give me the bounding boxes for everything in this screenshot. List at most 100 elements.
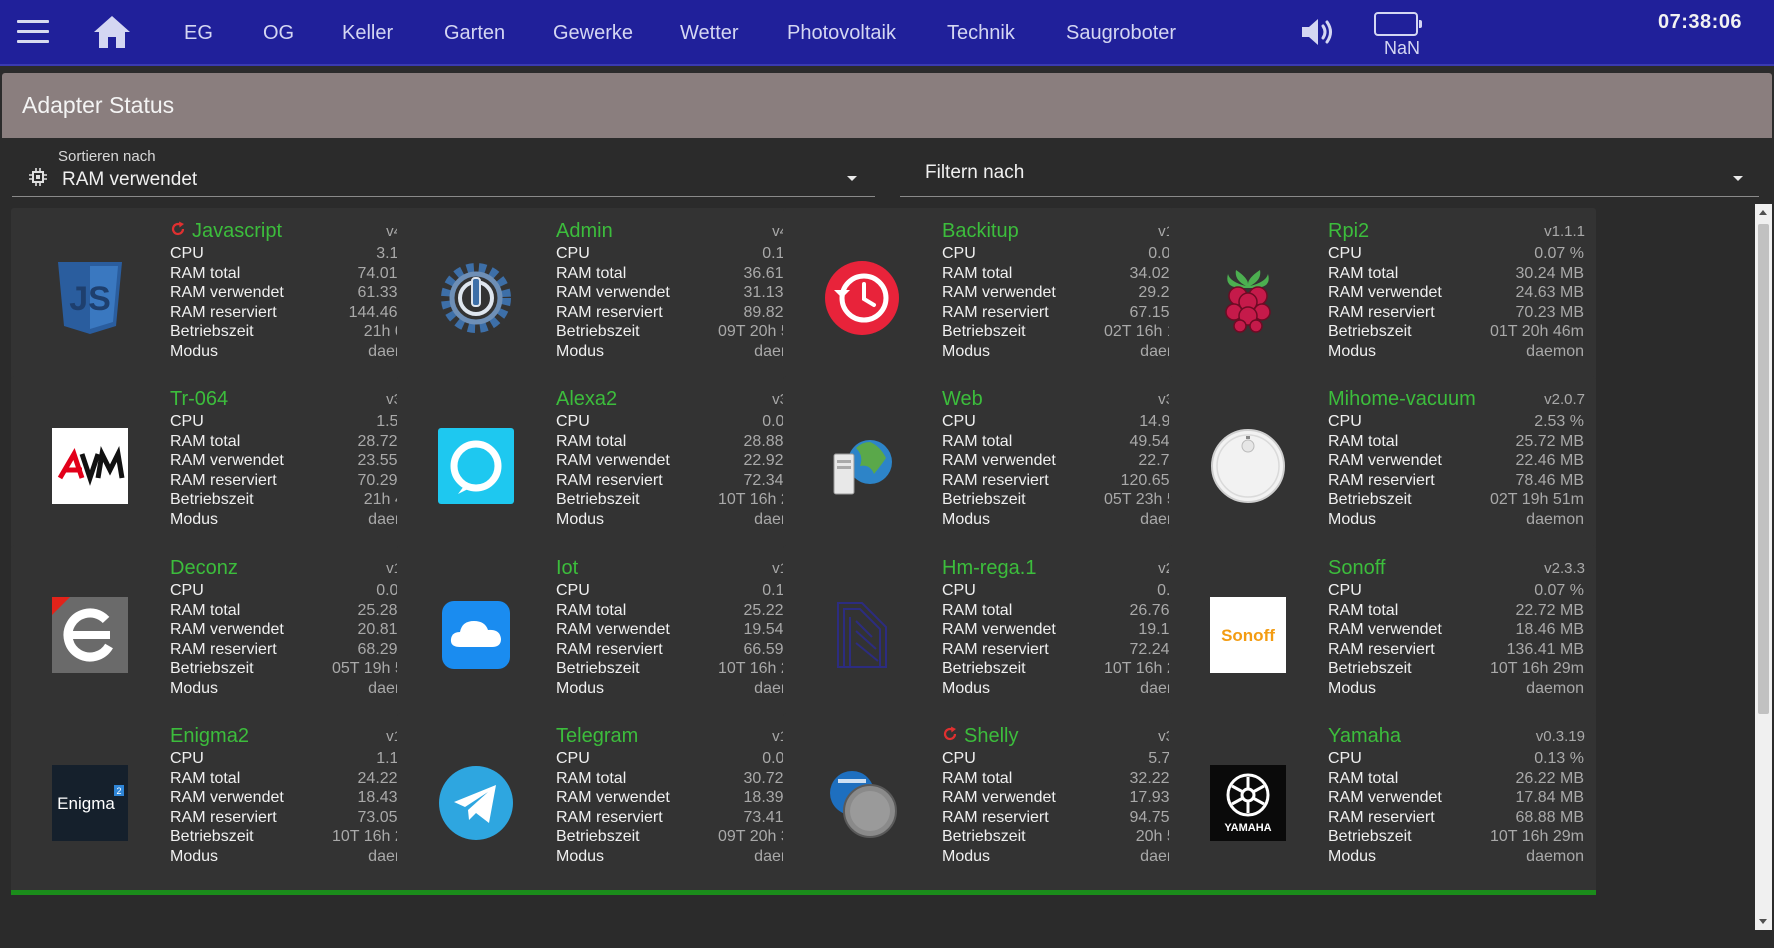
stat-label: Betriebszeit <box>170 323 254 340</box>
battery-level-text: NaN <box>1384 38 1421 58</box>
adapter-card-telegram[interactable]: Telegramv1.5.3CPU0.07 %RAM total30.72 MB… <box>397 713 824 895</box>
stat-value: 68.88 MB <box>1515 808 1584 826</box>
stat-label: Modus <box>556 510 605 528</box>
nav-item-gewerke[interactable]: Gewerke <box>553 0 633 66</box>
stat-label: RAM reserviert <box>942 808 1049 826</box>
stat-label: RAM reserviert <box>942 303 1049 321</box>
nav-item-eg[interactable]: EG <box>184 0 213 66</box>
adapter-name[interactable]: Javascript <box>170 220 282 243</box>
adapter-name[interactable]: Mihome-vacuum <box>1328 388 1476 411</box>
adapter-card-web[interactable]: Webv3.0.1CPU14.93 %RAM total49.54 MBRAM … <box>783 376 1210 558</box>
stat-value: daemon <box>1526 510 1584 528</box>
stat-row-mode: Modusdaemon <box>556 680 812 702</box>
adapter-grid: JSJavascriptv4.4.3CPU3.14 %RAM total74.0… <box>11 208 1754 938</box>
nav-item-wetter[interactable]: Wetter <box>680 0 739 66</box>
stat-label: CPU <box>1328 750 1362 767</box>
adapter-card-deconz[interactable]: Deconzv1.2.6CPU0.07 %RAM total25.28 MBRA… <box>11 545 438 727</box>
adapter-version: v2.3.3 <box>1544 560 1585 577</box>
stat-label: CPU <box>942 582 976 599</box>
adapter-name[interactable]: Iot <box>556 557 578 580</box>
adapter-card-backitup[interactable]: Backitupv1.4.0CPU0.07 %RAM total34.02 MB… <box>783 208 1210 390</box>
adapter-card-shelly[interactable]: Shellyv3.2.2CPU5.73 %RAM total32.22 MBRA… <box>783 713 1210 895</box>
adapter-name[interactable]: Telegram <box>556 725 638 748</box>
restart-icon[interactable] <box>170 221 186 237</box>
scroll-down-arrow[interactable] <box>1759 919 1767 924</box>
stat-label: Modus <box>942 847 991 865</box>
adapter-name[interactable]: Rpi2 <box>1328 220 1369 243</box>
adapter-name[interactable]: Sonoff <box>1328 557 1385 580</box>
adapter-card-mihome-vacuum[interactable]: Mihome-vacuum v2.0.7 CPU 2.53 % RAM total 25.… <box>1169 376 1596 558</box>
stat-label: RAM verwendet <box>942 789 1056 806</box>
adapter-name[interactable]: Enigma2 <box>170 725 249 748</box>
stat-value: 25.72 MB <box>1515 432 1584 450</box>
sort-label: Sortieren nach <box>58 148 156 165</box>
stat-label: RAM verwendet <box>170 621 284 638</box>
adapter-card-sonoff[interactable]: Sonoff Sonoff v2.3.3 CPU 0.07 % RAM total 22.7… <box>1169 545 1596 727</box>
stat-label: RAM verwendet <box>556 452 670 469</box>
adapter-name[interactable]: Deconz <box>170 557 238 580</box>
scroll-thumb[interactable] <box>1758 224 1769 714</box>
nav-item-garten[interactable]: Garten <box>444 0 505 66</box>
stat-label: CPU <box>170 582 204 599</box>
adapter-card-iot[interactable]: Iotv1.3.2CPU0.13 %RAM total25.22 MBRAM v… <box>397 545 824 727</box>
adapter-name[interactable]: Yamaha <box>1328 725 1401 748</box>
stat-label: CPU <box>556 582 590 599</box>
scroll-up-arrow[interactable] <box>1759 210 1767 215</box>
filter-label: Filtern nach <box>925 162 1025 183</box>
adapter-card-rpi2[interactable]: Rpi2 v1.1.1 CPU 0.07 % RAM total 30.24 MB RAM … <box>1169 208 1596 390</box>
stat-label: CPU <box>556 413 590 430</box>
adapter-card-yamaha[interactable]: YAMAHA Yamaha v0.3.19 CPU 0.13 % RAM total 26.… <box>1169 713 1596 895</box>
adapter-name[interactable]: Shelly <box>942 725 1018 748</box>
adapter-card-tr-064[interactable]: Tr-064v3.1.1CPU1.53 %RAM total28.72 MBRA… <box>11 376 438 558</box>
stat-label: RAM verwendet <box>556 621 670 638</box>
chip-icon <box>29 168 47 186</box>
adapter-card-admin[interactable]: Adminv4.0.5CPU0.13 %RAM total36.61 MBRAM… <box>397 208 824 390</box>
scrollbar[interactable] <box>1755 204 1772 930</box>
stat-label: RAM verwendet <box>942 284 1056 301</box>
stat-label: Modus <box>556 342 605 360</box>
stat-label: RAM verwendet <box>942 452 1056 469</box>
adapter-version: v0.3.19 <box>1535 728 1585 745</box>
stat-label: Betriebszeit <box>942 828 1026 845</box>
adapter-card-hm-rega-1[interactable]: Hm-rega.1v2.5.5CPU0.2 %RAM total26.76 MB… <box>783 545 1210 727</box>
stat-label: CPU <box>1328 582 1362 599</box>
stat-label: Modus <box>170 679 219 697</box>
home-icon[interactable] <box>92 14 132 50</box>
adapter-card-enigma2[interactable]: Enigma2Enigma2v1.2.3CPU1.13 %RAM total24… <box>11 713 438 895</box>
adapter-name[interactable]: Backitup <box>942 220 1019 243</box>
stat-label: CPU <box>170 750 204 767</box>
shelly-icon <box>824 765 900 841</box>
adapter-card-alexa2[interactable]: Alexa2v3.0.7CPU0.07 %RAM total28.88 MBRA… <box>397 376 824 558</box>
stat-label: CPU <box>1328 413 1362 430</box>
svg-text:JS: JS <box>69 280 111 318</box>
stat-label: RAM reserviert <box>942 471 1049 489</box>
nav-item-og[interactable]: OG <box>263 0 294 66</box>
nav-item-saugroboter[interactable]: Saugroboter <box>1066 0 1176 66</box>
stat-label: RAM verwendet <box>170 284 284 301</box>
speaker-icon[interactable] <box>1298 14 1338 50</box>
stat-label: RAM total <box>1328 432 1399 450</box>
adapter-name[interactable]: Hm-rega.1 <box>942 557 1036 580</box>
hamburger-icon[interactable] <box>17 20 49 44</box>
stat-label: RAM total <box>942 769 1013 787</box>
adapter-name[interactable]: Admin <box>556 220 613 243</box>
stat-row-mode: Modusdaemon <box>1328 848 1584 870</box>
nav-item-photovoltaik[interactable]: Photovoltaik <box>787 0 896 66</box>
status-bar <box>783 890 1210 895</box>
nav-item-technik[interactable]: Technik <box>947 0 1015 66</box>
stat-label: RAM total <box>556 769 627 787</box>
stat-label: Betriebszeit <box>942 660 1026 677</box>
stat-value: daemon <box>1526 679 1584 697</box>
nav-item-keller[interactable]: Keller <box>342 0 393 66</box>
stat-label: RAM verwendet <box>1328 452 1442 469</box>
adapter-name[interactable]: Alexa2 <box>556 388 617 411</box>
adapter-card-javascript[interactable]: JSJavascriptv4.4.3CPU3.14 %RAM total74.0… <box>11 208 438 390</box>
stat-value: 18.46 MB <box>1515 621 1584 638</box>
adapter-name[interactable]: Web <box>942 388 983 411</box>
stat-label: Modus <box>942 510 991 528</box>
deconz-icon <box>52 597 128 673</box>
adapter-name[interactable]: Tr-064 <box>170 388 228 411</box>
stat-value: 10T 16h 29m <box>1490 828 1584 845</box>
restart-icon[interactable] <box>942 726 958 742</box>
adapter-version: v2.0.7 <box>1544 391 1585 408</box>
